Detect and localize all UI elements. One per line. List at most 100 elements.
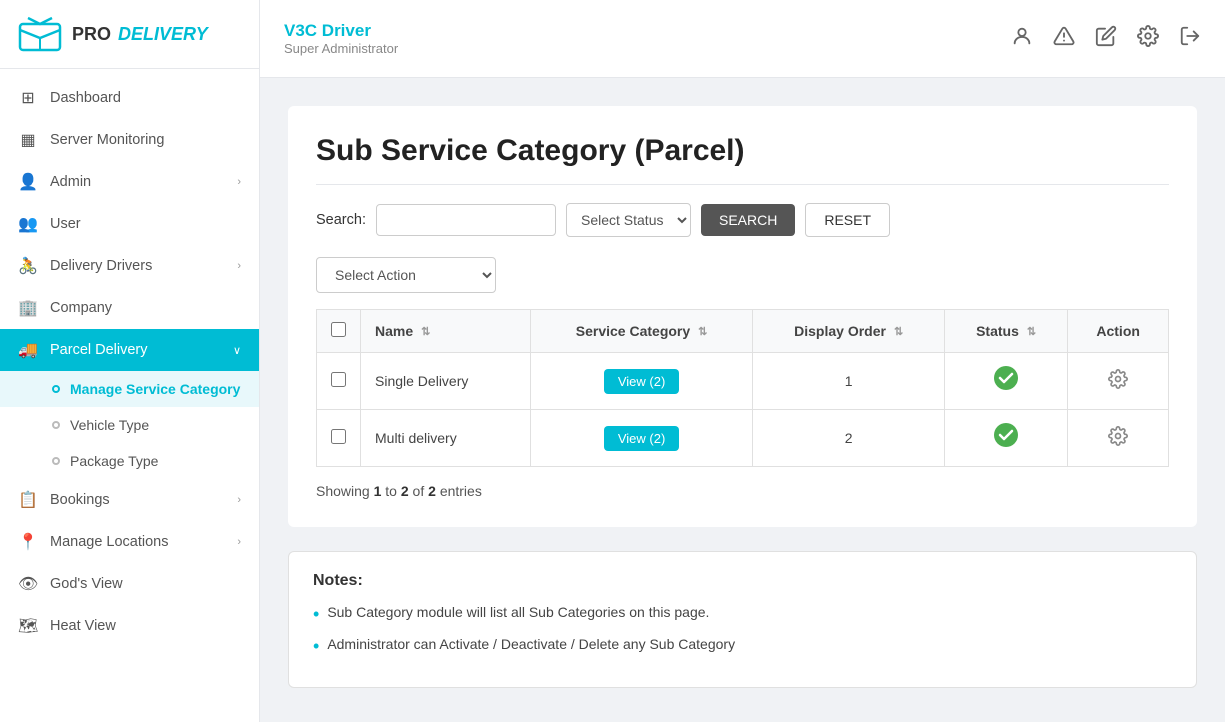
row-2-action xyxy=(1068,410,1169,467)
row-1-service-category: View (2) xyxy=(530,353,753,410)
user-icon: 👥 xyxy=(18,214,38,234)
th-checkbox xyxy=(317,310,361,353)
service-category-sort[interactable]: Service Category ⇅ xyxy=(545,323,739,339)
row-2-display-order: 2 xyxy=(753,410,944,467)
chevron-right-icon: › xyxy=(237,536,241,548)
sidebar-item-admin[interactable]: 👤 Admin › xyxy=(0,161,259,203)
logo-icon xyxy=(18,16,62,52)
sidebar-sub-package-type[interactable]: Package Type xyxy=(0,443,259,479)
status-sort-icon: ⇅ xyxy=(1027,325,1036,338)
notes-card: Notes: Sub Category module will list all… xyxy=(288,551,1197,688)
sidebar-item-label: Company xyxy=(50,300,112,316)
sidebar-item-company[interactable]: 🏢 Company xyxy=(0,287,259,329)
sidebar-item-delivery-drivers[interactable]: 🚴 Delivery Drivers › xyxy=(0,245,259,287)
display-order-sort[interactable]: Display Order ⇅ xyxy=(767,323,929,339)
admin-icon: 👤 xyxy=(18,172,38,192)
sidebar-item-label: User xyxy=(50,216,81,232)
chevron-right-icon: › xyxy=(237,260,241,272)
user-profile-icon[interactable] xyxy=(1011,25,1033,53)
power-icon[interactable] xyxy=(1179,25,1201,53)
main-area: V3C Driver Super Administrator Sub Servi… xyxy=(260,0,1225,722)
action-row: Select Action Delete Activate Deactivate xyxy=(316,257,1169,293)
row-2-gear-icon[interactable] xyxy=(1108,430,1128,450)
search-row: Search: Select Status Active Inactive SE… xyxy=(316,203,1169,237)
row-checkbox-cell xyxy=(317,410,361,467)
table-row: Multi delivery View (2) 2 xyxy=(317,410,1169,467)
sidebar-item-heat-view[interactable]: 🗺 Heat View xyxy=(0,605,259,647)
row-1-checkbox[interactable] xyxy=(331,372,346,387)
sub-item-label: Manage Service Category xyxy=(70,381,240,397)
sidebar-item-parcel-delivery[interactable]: 🚚 Parcel Delivery ∨ xyxy=(0,329,259,371)
notes-list: Sub Category module will list all Sub Ca… xyxy=(313,604,1172,657)
reset-button[interactable]: RESET xyxy=(805,203,890,237)
status-sort[interactable]: Status ⇅ xyxy=(959,323,1053,339)
bookings-icon: 📋 xyxy=(18,490,38,510)
sidebar-item-manage-locations[interactable]: 📍 Manage Locations › xyxy=(0,521,259,563)
row-2-view-button[interactable]: View (2) xyxy=(604,426,679,451)
select-all-checkbox[interactable] xyxy=(331,322,346,337)
user-role: Super Administrator xyxy=(284,41,398,56)
sidebar-sub-vehicle-type[interactable]: Vehicle Type xyxy=(0,407,259,443)
row-1-status-icon xyxy=(993,371,1019,396)
status-select[interactable]: Select Status Active Inactive xyxy=(566,203,691,237)
name-sort-icon: ⇅ xyxy=(421,325,430,338)
sidebar-item-gods-view[interactable]: 👁 God's View xyxy=(0,563,259,605)
header-user-info: V3C Driver Super Administrator xyxy=(284,21,398,56)
table-header: Name ⇅ Service Category ⇅ xyxy=(317,310,1169,353)
search-input[interactable] xyxy=(376,204,556,236)
sidebar-item-label: Manage Locations xyxy=(50,534,169,550)
sidebar-item-dashboard[interactable]: ⊞ Dashboard xyxy=(0,77,259,119)
sub-dot-icon xyxy=(52,421,60,429)
name-sort[interactable]: Name ⇅ xyxy=(375,323,516,339)
row-2-status xyxy=(944,410,1067,467)
search-button[interactable]: SEARCH xyxy=(701,204,795,236)
row-2-status-icon xyxy=(993,428,1019,453)
settings-icon[interactable] xyxy=(1137,25,1159,53)
sidebar-item-user[interactable]: 👥 User xyxy=(0,203,259,245)
chevron-right-icon: › xyxy=(237,176,241,188)
chevron-right-icon: › xyxy=(237,494,241,506)
header-icons xyxy=(1011,25,1201,53)
sidebar-item-label: Delivery Drivers xyxy=(50,258,152,274)
sub-item-label: Vehicle Type xyxy=(70,417,149,433)
row-1-display-order: 1 xyxy=(753,353,944,410)
pagination-text: Showing 1 to 2 of 2 entries xyxy=(316,483,1169,499)
page-title: Sub Service Category (Parcel) xyxy=(316,134,1169,185)
sub-dot-icon xyxy=(52,457,60,465)
edit-icon[interactable] xyxy=(1095,25,1117,53)
logo-text: PRO DELIVERY xyxy=(72,24,208,45)
th-display-order[interactable]: Display Order ⇅ xyxy=(753,310,944,353)
row-2-checkbox[interactable] xyxy=(331,429,346,444)
row-1-gear-icon[interactable] xyxy=(1108,373,1128,393)
sidebar-item-label: Server Monitoring xyxy=(50,132,164,148)
search-label: Search: xyxy=(316,212,366,228)
table-body: Single Delivery View (2) 1 xyxy=(317,353,1169,467)
sub-item-label: Package Type xyxy=(70,453,158,469)
display-order-sort-icon: ⇅ xyxy=(894,325,903,338)
main-content-card: Sub Service Category (Parcel) Search: Se… xyxy=(288,106,1197,527)
sidebar-nav: ⊞ Dashboard ▦ Server Monitoring 👤 Admin … xyxy=(0,69,259,722)
sidebar-item-bookings[interactable]: 📋 Bookings › xyxy=(0,479,259,521)
th-status[interactable]: Status ⇅ xyxy=(944,310,1067,353)
sidebar-item-server-monitoring[interactable]: ▦ Server Monitoring xyxy=(0,119,259,161)
row-1-name: Single Delivery xyxy=(361,353,531,410)
th-service-category[interactable]: Service Category ⇅ xyxy=(530,310,753,353)
notes-title: Notes: xyxy=(313,572,1172,590)
dashboard-icon: ⊞ xyxy=(18,88,38,108)
alert-icon[interactable] xyxy=(1053,25,1075,53)
data-table: Name ⇅ Service Category ⇅ xyxy=(316,309,1169,467)
row-1-view-button[interactable]: View (2) xyxy=(604,369,679,394)
row-1-status xyxy=(944,353,1067,410)
sidebar-item-label: Admin xyxy=(50,174,91,190)
row-checkbox-cell xyxy=(317,353,361,410)
sidebar-item-label: Bookings xyxy=(50,492,110,508)
sidebar-item-label: Dashboard xyxy=(50,90,121,106)
sidebar-item-label: God's View xyxy=(50,576,123,592)
sidebar-sub-manage-service-category[interactable]: Manage Service Category xyxy=(0,371,259,407)
parcel-delivery-icon: 🚚 xyxy=(18,340,38,360)
sidebar-item-label: Heat View xyxy=(50,618,116,634)
logo: PRO DELIVERY xyxy=(0,0,259,69)
th-name[interactable]: Name ⇅ xyxy=(361,310,531,353)
notes-item-2: Administrator can Activate / Deactivate … xyxy=(313,636,1172,658)
action-select[interactable]: Select Action Delete Activate Deactivate xyxy=(316,257,496,293)
